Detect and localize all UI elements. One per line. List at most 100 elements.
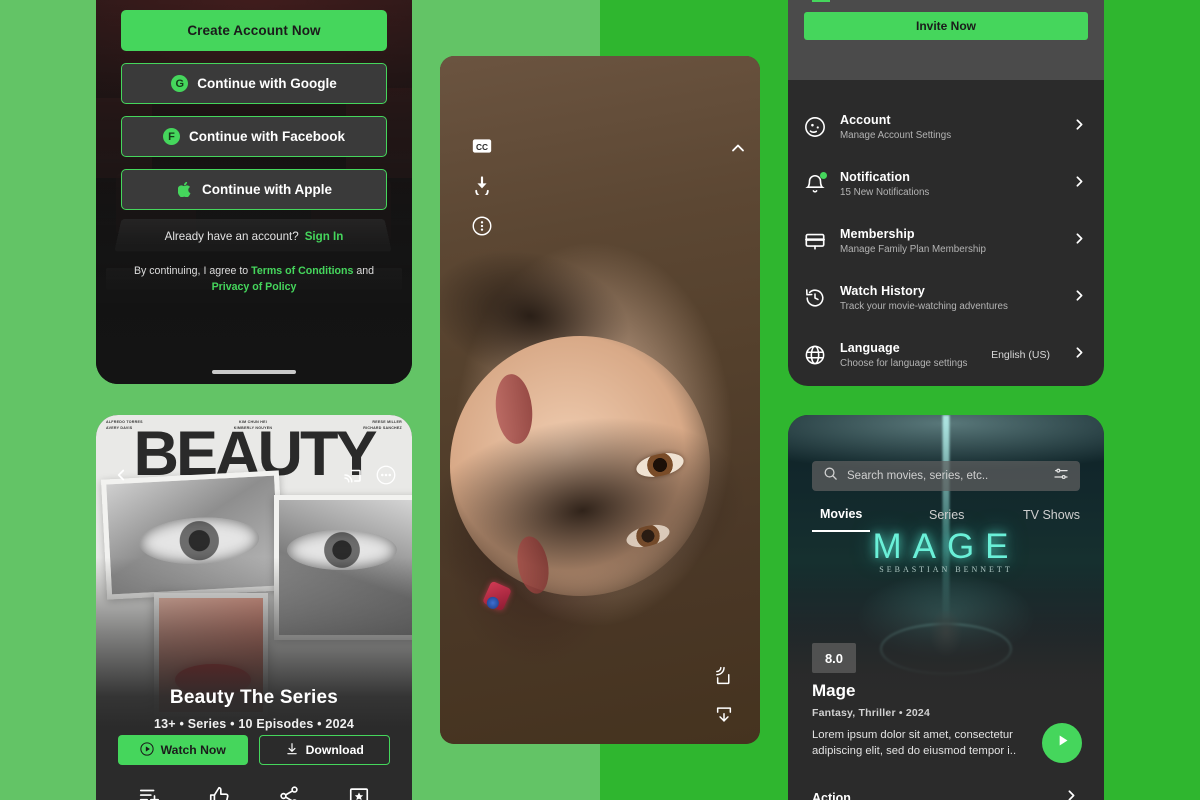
more-options-icon[interactable] <box>376 465 396 485</box>
tab-movies[interactable]: Movies <box>812 507 871 532</box>
detail-icon-row <box>96 785 412 800</box>
facebook-button-label: Continue with Facebook <box>188 129 345 144</box>
play-circle-icon <box>139 741 154 759</box>
settings-title-notification: Notification <box>840 169 910 184</box>
account-avatar-icon <box>804 116 826 138</box>
download-icon[interactable] <box>472 175 492 195</box>
invite-now-button[interactable]: Invite Now <box>804 12 1088 40</box>
hero-logo-text: MAGE <box>872 527 1020 566</box>
chevron-collapse-icon[interactable] <box>728 138 748 158</box>
download-button[interactable]: Download <box>258 735 390 765</box>
play-icon <box>1054 732 1071 754</box>
subtitles-cc-icon[interactable]: CC <box>472 138 492 154</box>
rating-badge: 8.0 <box>812 643 856 673</box>
hero-meta: Fantasy, Thriller • 2024 <box>812 707 930 719</box>
membership-card-icon <box>804 230 826 252</box>
search-icon <box>823 466 838 486</box>
apple-button-label: Continue with Apple <box>202 182 332 197</box>
back-icon[interactable] <box>112 466 130 484</box>
settings-title-watch-history: Watch History <box>840 283 925 298</box>
settings-value-language: English (US) <box>991 348 1050 361</box>
google-button-label: Continue with Google <box>197 76 337 91</box>
watch-now-label: Watch Now <box>160 743 226 757</box>
terms-prefix: By continuing, I agree to <box>133 265 249 277</box>
app-logo-icon <box>804 0 848 10</box>
add-to-list-icon[interactable] <box>138 785 160 800</box>
picture-in-picture-icon[interactable] <box>714 705 733 725</box>
notification-dot <box>820 171 827 179</box>
content-tabs: Movies Series TV Shows <box>812 507 1080 532</box>
home-indicator <box>212 370 296 374</box>
terms-conjunction: and <box>356 265 375 277</box>
continue-with-apple-button[interactable]: Continue with Apple <box>121 169 387 210</box>
chevron-right-icon <box>1063 787 1080 800</box>
apple-icon <box>176 181 193 198</box>
settings-subtitle-notification: 15 New Notifications <box>840 186 930 198</box>
video-hair-lower <box>440 392 760 670</box>
svg-text:CC: CC <box>476 142 488 152</box>
settings-title-membership: Membership <box>840 226 915 241</box>
privacy-policy-link[interactable]: Privacy of Policy <box>212 281 297 293</box>
settings-subtitle-watch-history: Track your movie-watching adventures <box>840 300 1008 312</box>
cast-icon[interactable] <box>343 466 362 484</box>
notification-bell-icon <box>804 171 827 195</box>
chevron-right-icon <box>1071 230 1088 252</box>
thumbs-up-icon[interactable] <box>208 785 230 800</box>
settings-screen: Invite Friends and Family to Discover Am… <box>788 0 1104 386</box>
signup-screen: Create Account Now G Continue with Googl… <box>96 0 412 384</box>
settings-title-language: Language <box>840 340 900 355</box>
settings-row-watch-history[interactable]: Watch History Track your movie-watching … <box>804 269 1088 326</box>
share-icon[interactable] <box>278 785 300 800</box>
detail-title: Beauty The Series <box>169 687 339 708</box>
continue-with-google-button[interactable]: G Continue with Google <box>121 63 387 104</box>
tab-series[interactable]: Series <box>929 508 964 531</box>
chevron-right-icon <box>1071 287 1088 309</box>
settings-list: Account Manage Account Settings Notifica… <box>788 80 1104 386</box>
filter-sliders-icon[interactable] <box>1053 466 1069 487</box>
browse-screen: MAGE SEBASTIAN BENNETT Search movies, se… <box>788 415 1104 800</box>
play-button[interactable] <box>1042 723 1082 763</box>
google-icon: G <box>171 75 189 92</box>
continue-with-facebook-button[interactable]: F Continue with Facebook <box>121 116 387 157</box>
watch-history-clock-icon <box>804 287 826 309</box>
rate-star-icon[interactable] <box>348 785 370 800</box>
watch-now-button[interactable]: Watch Now <box>118 735 248 765</box>
settings-row-account[interactable]: Account Manage Account Settings <box>804 98 1088 155</box>
settings-subtitle-membership: Manage Family Plan Membership <box>840 243 986 255</box>
detail-topbar <box>112 465 396 485</box>
chevron-right-icon <box>1071 173 1088 195</box>
cast-icon[interactable] <box>714 666 733 686</box>
category-label: Action <box>812 791 851 800</box>
terms-text: By continuing, I agree to Terms of Condi… <box>121 264 387 296</box>
video-player-screen: EPS 1 | The Art of Beauty: Exploring Tim… <box>440 56 760 744</box>
terms-of-conditions-link[interactable]: Terms of Conditions <box>251 265 353 277</box>
hero-gradient-overlay <box>788 565 1104 695</box>
detail-meta: 13+ • Series • 10 Episodes • 2024 <box>153 717 355 731</box>
chevron-right-icon <box>1071 344 1088 366</box>
settings-row-language[interactable]: Language Choose for language settings En… <box>804 326 1088 383</box>
tab-tv-shows[interactable]: TV Shows <box>1023 508 1080 531</box>
signin-prompt: Already have an account? Sign In <box>121 230 387 243</box>
more-options-icon[interactable] <box>472 216 492 236</box>
create-account-button[interactable]: Create Account Now <box>121 10 387 51</box>
hero-title: Mage <box>812 681 856 700</box>
invite-card: Invite Friends and Family to Discover Am… <box>788 0 1104 80</box>
have-account-text: Already have an account? <box>164 230 299 243</box>
settings-title-account: Account <box>840 112 891 127</box>
movie-poster: ALFREDO TORRES AVERY DAVIS KIM CHUN HEI … <box>96 415 412 727</box>
detail-action-buttons: Watch Now Download <box>118 735 390 765</box>
search-input[interactable]: Search movies, series, etc.. <box>847 470 1044 482</box>
download-label: Download <box>305 743 364 757</box>
hero-description: Lorem ipsum dolor sit amet, consectetur … <box>812 729 1017 758</box>
settings-row-membership[interactable]: Membership Manage Family Plan Membership <box>804 212 1088 269</box>
settings-subtitle-language: Choose for language settings <box>840 357 968 369</box>
settings-row-notification[interactable]: Notification 15 New Notifications <box>804 155 1088 212</box>
settings-subtitle-account: Manage Account Settings <box>840 129 952 141</box>
download-icon <box>285 742 299 759</box>
facebook-icon: F <box>162 128 180 145</box>
language-globe-icon <box>804 344 826 366</box>
search-bar[interactable]: Search movies, series, etc.. <box>812 461 1080 491</box>
sign-in-link[interactable]: Sign In <box>305 230 344 243</box>
category-row-action[interactable]: Action <box>812 787 1080 800</box>
chevron-right-icon <box>1071 116 1088 138</box>
